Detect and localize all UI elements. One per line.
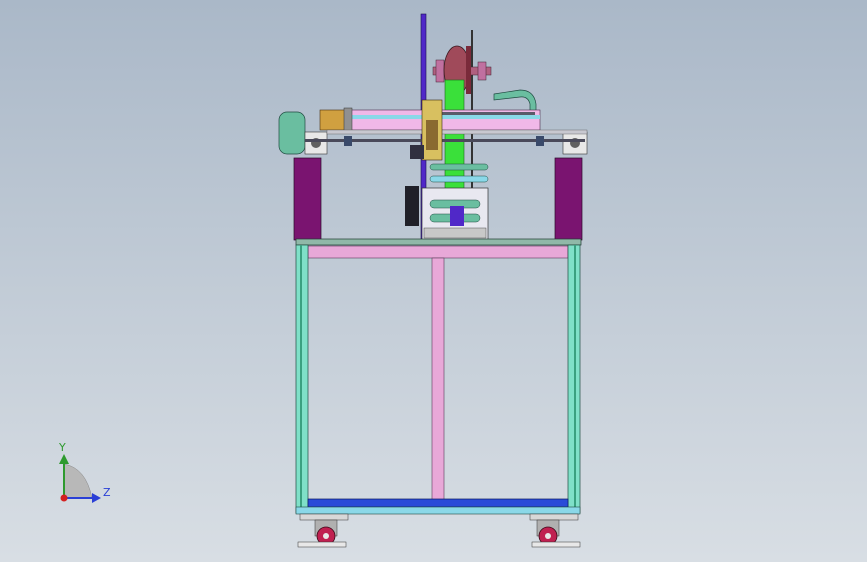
spool-hub-right <box>477 61 487 81</box>
frame-center-post <box>431 257 445 501</box>
side-bracket <box>405 186 419 226</box>
right-support-post <box>554 157 583 241</box>
shaft-collar-2 <box>536 136 544 146</box>
frame-left-leg-stripe <box>300 245 302 513</box>
print-head-inner <box>426 120 438 150</box>
head-cable <box>410 145 424 159</box>
axis-y-label: Y <box>59 441 66 454</box>
axis-triad[interactable] <box>59 454 101 503</box>
spool-hub-left <box>435 59 445 83</box>
feed-hook <box>493 89 537 113</box>
frame-top-rail <box>307 245 569 259</box>
green-rod-lower <box>429 175 489 183</box>
right-caster <box>529 513 581 548</box>
frame-bottom-rail <box>307 498 569 508</box>
gantry-beam-stripe <box>350 115 540 119</box>
frame-right-leg-stripe <box>574 245 576 513</box>
triad-plane-wedge <box>63 463 93 499</box>
cad-viewport[interactable]: Y Z <box>0 0 867 562</box>
spool-rim <box>466 46 471 94</box>
cross-bar <box>326 129 588 135</box>
triad-origin <box>60 494 68 502</box>
axis-z-label: Z <box>103 486 111 499</box>
left-caster <box>297 513 349 548</box>
lower-module-base <box>423 227 487 239</box>
z-axis-arrowhead <box>92 493 101 503</box>
gantry-rail <box>440 112 535 115</box>
frame-bottom-base <box>295 506 581 515</box>
y-axis-arrowhead <box>59 454 69 464</box>
table-top <box>295 238 582 246</box>
left-support-post <box>293 157 322 241</box>
left-drive-motor <box>278 111 306 155</box>
lower-module-block <box>450 206 464 226</box>
green-rod-upper <box>429 163 489 171</box>
assembly-model[interactable] <box>0 0 867 562</box>
shaft-collar-1 <box>344 136 352 146</box>
servo-motor-cap <box>343 107 353 133</box>
